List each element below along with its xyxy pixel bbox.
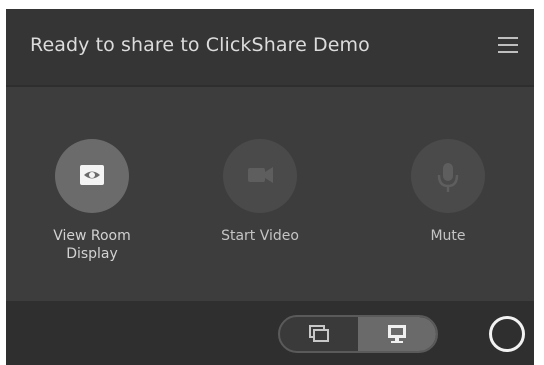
controls-panel: View Room Display Start Video Mute [6, 87, 534, 301]
mute-label: Mute [430, 228, 466, 244]
bottom-bar [6, 301, 534, 365]
clickshare-app-window: Ready to share to ClickShare Demo View R… [6, 9, 534, 365]
ring-icon[interactable] [489, 316, 525, 352]
view-room-display-circle[interactable] [55, 139, 129, 213]
mute-circle[interactable] [411, 139, 485, 213]
page-title: Ready to share to ClickShare Demo [30, 34, 370, 56]
view-room-display-button[interactable]: View Room Display [22, 139, 162, 263]
video-camera-icon [248, 167, 273, 183]
window-share-option[interactable] [280, 317, 358, 351]
header-bar: Ready to share to ClickShare Demo [6, 9, 534, 85]
view-room-display-label: View Room Display [53, 228, 131, 262]
monitor-share-icon [388, 325, 406, 343]
start-video-circle[interactable] [223, 139, 297, 213]
monitor-share-option[interactable] [358, 317, 436, 351]
eye-screen-icon [80, 165, 104, 185]
share-mode-toggle[interactable] [278, 315, 438, 353]
start-video-label: Start Video [221, 228, 299, 244]
hamburger-menu-icon[interactable] [498, 35, 520, 55]
start-video-button[interactable]: Start Video [190, 139, 330, 245]
window-share-icon [309, 325, 329, 342]
microphone-icon [437, 163, 459, 192]
mute-button[interactable]: Mute [378, 139, 518, 245]
